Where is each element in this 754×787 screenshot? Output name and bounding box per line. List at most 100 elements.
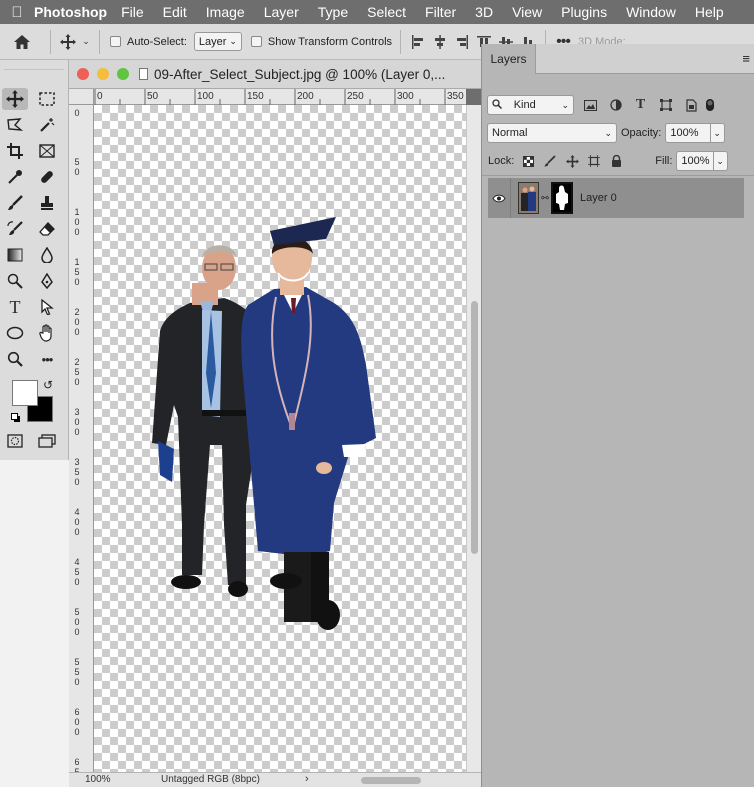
menu-plugins[interactable]: Plugins — [561, 4, 607, 20]
opacity-field[interactable]: 100% — [665, 123, 712, 143]
lock-artboard-icon[interactable] — [583, 155, 605, 167]
blur-tool-button[interactable] — [34, 244, 60, 266]
lasso-tool-button[interactable] — [2, 114, 28, 136]
type-filter-icon[interactable]: T — [628, 97, 653, 113]
chevron-down-icon[interactable]: ⌄ — [79, 36, 93, 47]
adjustment-filter-icon[interactable] — [603, 99, 628, 111]
path-selection-tool-button[interactable] — [34, 296, 60, 318]
menu-3d[interactable]: 3D — [475, 4, 493, 20]
align-center-icon[interactable] — [429, 34, 451, 49]
zoom-tool-button[interactable] — [2, 348, 28, 370]
menu-file[interactable]: File — [121, 4, 144, 20]
status-bar: 100% Untagged RGB (8bpc) › — [69, 772, 481, 787]
lock-pixels-icon[interactable] — [539, 155, 561, 167]
menu-help[interactable]: Help — [695, 4, 724, 20]
color-profile-info[interactable]: Untagged RGB (8bpc) — [161, 774, 260, 785]
eraser-tool-button[interactable] — [34, 218, 60, 240]
link-icon[interactable]: ⚯ — [539, 193, 551, 204]
layer-thumbnail[interactable] — [518, 182, 539, 214]
auto-select-value: Layer — [198, 35, 227, 48]
brush-tool-button[interactable] — [2, 192, 28, 214]
ruler-label: 300 — [397, 91, 414, 102]
magic-wand-tool-button[interactable] — [34, 114, 60, 136]
vertical-scrollbar[interactable] — [466, 105, 481, 772]
minimize-icon[interactable] — [97, 68, 109, 80]
image-filter-icon[interactable] — [578, 99, 603, 111]
menu-layer[interactable]: Layer — [264, 4, 299, 20]
tab-layers[interactable]: Layers — [482, 44, 536, 74]
default-colors-icon[interactable] — [11, 412, 21, 422]
app-menu[interactable]: Photoshop — [34, 4, 107, 20]
ruler-label: 3 5 0 — [74, 457, 80, 487]
pen-tool-button[interactable] — [34, 270, 60, 292]
layer-mask-thumbnail[interactable] — [551, 182, 573, 214]
vertical-scroll-thumb[interactable] — [471, 301, 478, 554]
show-transform-checkbox[interactable] — [250, 36, 262, 47]
smart-object-filter-icon[interactable] — [678, 98, 703, 112]
lock-all-icon[interactable] — [605, 155, 627, 167]
menu-select[interactable]: Select — [367, 4, 406, 20]
screen-mode-icon[interactable] — [34, 430, 60, 452]
auto-select-dropdown[interactable]: Layer ⌄ — [193, 32, 242, 51]
foreground-color-swatch[interactable] — [12, 380, 38, 406]
chevron-right-icon[interactable]: › — [305, 773, 309, 785]
ruler-label: 3 0 0 — [74, 407, 80, 437]
blend-row: Normal ⌄ Opacity: 100% ⌄ — [487, 123, 726, 143]
ruler-origin[interactable] — [69, 89, 94, 105]
shape-filter-icon[interactable] — [653, 99, 678, 111]
ruler-label: 2 5 0 — [74, 357, 80, 387]
lock-transparency-icon[interactable] — [517, 155, 539, 167]
fill-field[interactable]: 100% — [676, 151, 715, 171]
opacity-slider-toggle[interactable]: ⌄ — [711, 123, 726, 143]
layer-row[interactable]: ⚯ Layer 0 — [488, 178, 744, 218]
eye-icon[interactable] — [488, 194, 510, 203]
lock-position-icon[interactable] — [561, 154, 583, 168]
menu-type[interactable]: Type — [318, 4, 348, 20]
panel-grip[interactable] — [4, 60, 64, 70]
menu-filter[interactable]: Filter — [425, 4, 456, 20]
align-left-icon[interactable] — [407, 34, 429, 49]
menu-edit[interactable]: Edit — [163, 4, 187, 20]
zoom-level[interactable]: 100% — [85, 774, 111, 785]
ellipse-tool-button[interactable] — [2, 322, 28, 344]
move-tool-icon[interactable] — [57, 33, 79, 50]
panel-menu-icon[interactable]: ≡ — [742, 51, 750, 66]
quick-mask-icon[interactable] — [2, 430, 28, 452]
menu-view[interactable]: View — [512, 4, 542, 20]
gradient-tool-button[interactable] — [2, 244, 28, 266]
hand-tool-button[interactable] — [34, 322, 60, 344]
blend-mode-dropdown[interactable]: Normal ⌄ — [487, 123, 617, 143]
crop-tool-button[interactable] — [2, 140, 28, 162]
auto-select-checkbox[interactable] — [110, 36, 121, 47]
filter-toggle-icon[interactable] — [703, 98, 717, 112]
align-right-icon[interactable] — [451, 34, 473, 49]
vertical-ruler[interactable]: 0 5 0 1 0 0 1 5 0 2 0 0 2 5 0 3 0 0 3 5 … — [69, 105, 94, 777]
close-icon[interactable] — [77, 68, 89, 80]
clone-stamp-tool-button[interactable] — [34, 192, 60, 214]
apple-icon[interactable]:  — [0, 4, 34, 21]
move-tool-button[interactable] — [2, 88, 28, 110]
dodge-tool-button[interactable] — [2, 270, 28, 292]
marquee-tool-button[interactable] — [34, 88, 60, 110]
menu-image[interactable]: Image — [206, 4, 245, 20]
filter-kind-dropdown[interactable]: Kind ⌄ — [487, 95, 574, 115]
canvas[interactable] — [94, 105, 466, 772]
fill-slider-toggle[interactable]: ⌄ — [714, 151, 729, 171]
horizontal-ruler[interactable]: 0 50 100 150 200 250 300 350 — [94, 89, 466, 105]
ruler-label: 50 — [147, 91, 159, 102]
chevron-down-icon: ⌄ — [604, 127, 612, 138]
home-icon[interactable] — [0, 34, 44, 50]
swap-colors-icon[interactable]: ↺ — [43, 378, 53, 392]
more-tools-icon[interactable]: ••• — [34, 348, 60, 370]
healing-brush-tool-button[interactable] — [34, 166, 60, 188]
eyedropper-tool-button[interactable] — [2, 166, 28, 188]
ruler-label: 4 0 0 — [74, 507, 80, 537]
menu-window[interactable]: Window — [626, 4, 676, 20]
type-tool-button[interactable]: T — [2, 296, 28, 318]
layer-name[interactable]: Layer 0 — [580, 192, 617, 204]
zoom-window-icon[interactable] — [117, 68, 129, 80]
horizontal-scroll-thumb[interactable] — [361, 777, 421, 784]
frame-tool-button[interactable] — [34, 140, 60, 162]
history-brush-tool-button[interactable] — [2, 218, 28, 240]
document-titlebar[interactable]: 09-After_Select_Subject.jpg @ 100% (Laye… — [69, 60, 481, 89]
